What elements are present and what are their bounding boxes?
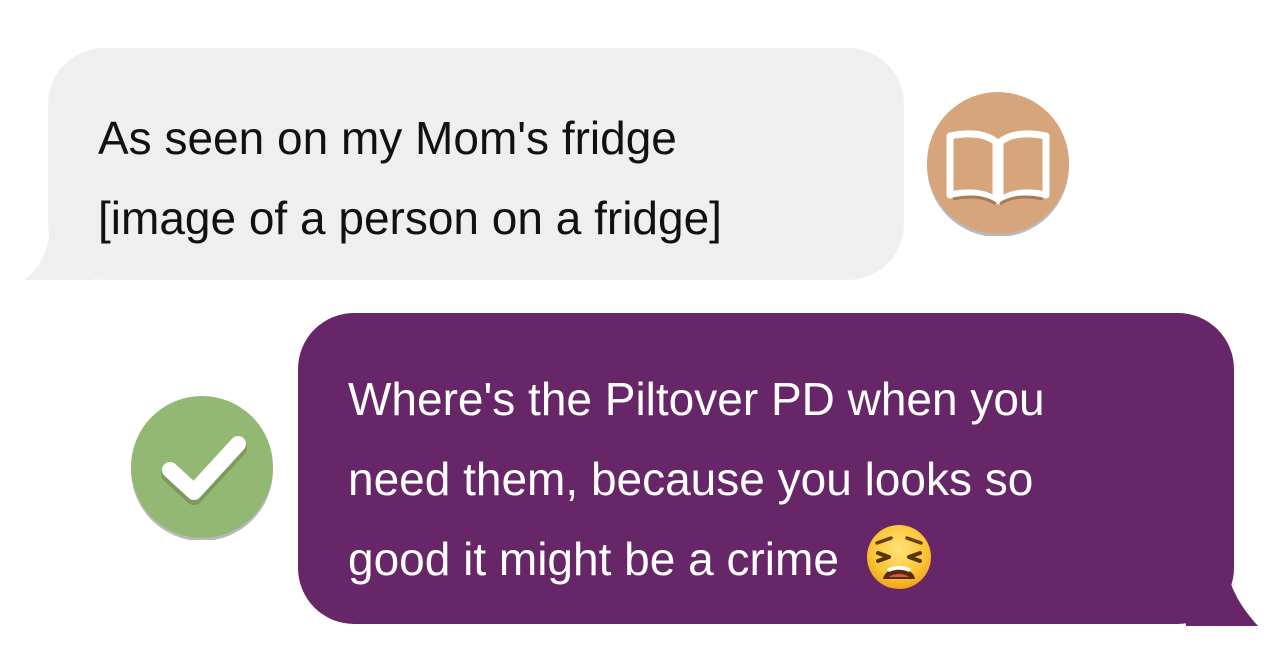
message-bubble-outgoing[interactable]: Where's the Piltover PD when you need th… — [298, 313, 1234, 624]
weary-face-emoji — [866, 524, 931, 589]
message-text-line: [image of a person on a fridge] — [98, 192, 722, 244]
message-text-line: As seen on my Mom's fridge — [98, 112, 677, 164]
message-bubble-incoming[interactable]: As seen on my Mom's fridge [image of a p… — [48, 48, 904, 280]
avatar-self[interactable] — [130, 396, 274, 540]
message-text-line: Where's the Piltover PD when you — [348, 373, 1045, 425]
checkmark-icon — [131, 396, 273, 540]
open-book-icon — [927, 92, 1069, 236]
avatar-sender[interactable] — [926, 92, 1070, 236]
message-text-line: good it might be a crime — [348, 533, 839, 585]
chat-conversation: As seen on my Mom's fridge [image of a p… — [0, 0, 1280, 672]
message-text-line-last: good it might be a crime — [348, 519, 1234, 599]
message-text-line: need them, because you looks so — [348, 453, 1034, 505]
